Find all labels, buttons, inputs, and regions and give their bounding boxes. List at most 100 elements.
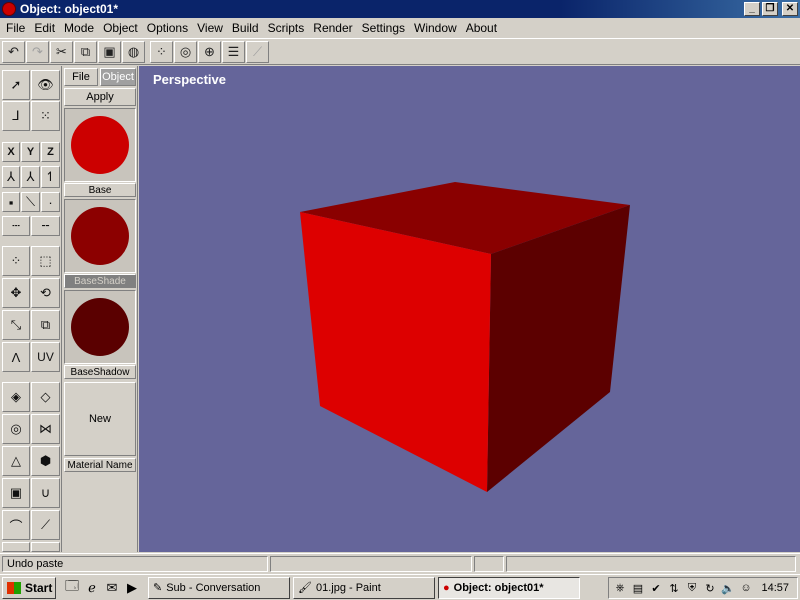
start-button[interactable]: Start (2, 576, 56, 599)
desktop-icon[interactable]: 🗔 (62, 578, 82, 598)
baseshadow-color-swatch[interactable] (71, 298, 129, 356)
menu-edit[interactable]: Edit (30, 21, 59, 35)
mesh-sphere-icon[interactable]: ◈ (2, 382, 30, 412)
tray-network-icon[interactable]: ⎈ (613, 581, 627, 595)
coord-local-icon[interactable]: ⅄ (21, 166, 40, 188)
vertices-icon[interactable]: ⁘ (150, 40, 173, 63)
axis-x-button[interactable]: X (2, 142, 20, 162)
edge-mode-icon[interactable]: ⟍ (21, 192, 40, 212)
window-title: Object: object01* (20, 2, 119, 16)
graph-icon[interactable]: ⟋ (246, 40, 269, 63)
apply-button[interactable]: Apply (64, 88, 136, 106)
uv-button[interactable]: UV (31, 342, 60, 372)
restore-button[interactable]: ❐ (762, 2, 778, 16)
system-tray: ⎈ ▤ ✔ ⇅ ⛨ ↻ 🔈 ☺ 14:57 (608, 577, 798, 599)
tray-security-icon[interactable]: ⛨ (685, 581, 699, 595)
swatch-base[interactable] (64, 108, 136, 182)
task-conversation[interactable]: ✎ Sub - Conversation (148, 576, 290, 599)
axis-z-button[interactable]: Z (41, 142, 60, 162)
extra-tool-icon-2[interactable] (31, 542, 60, 552)
menu-object[interactable]: Object (99, 21, 142, 35)
app-icon[interactable] (2, 2, 16, 16)
orbit-icon[interactable]: ◎ (174, 40, 197, 63)
tray-volume-icon[interactable]: 🔈 (721, 581, 735, 595)
tray-update-icon[interactable]: ⇅ (667, 581, 681, 595)
pivot-icon[interactable]: ⊕ (198, 40, 221, 63)
move-icon[interactable]: ✥ (2, 278, 30, 308)
browser-icon[interactable]: ℯ (82, 578, 102, 598)
magnet-icon[interactable]: ∪ (31, 478, 60, 508)
baseshade-color-swatch[interactable] (71, 207, 129, 265)
sphere-icon[interactable]: ◍ (122, 40, 145, 63)
paste-icon[interactable]: ▣ (98, 40, 121, 63)
mesh-box-icon[interactable]: ▣ (2, 478, 30, 508)
coord-world-icon[interactable]: ⅄ (2, 166, 20, 188)
new-material-button[interactable]: New (64, 382, 136, 456)
menu-options[interactable]: Options (143, 21, 192, 35)
select-arrow-icon[interactable]: ➚ (2, 70, 30, 100)
tray-user-icon[interactable]: ☺ (739, 581, 753, 595)
task-label: Sub - Conversation (166, 581, 261, 594)
task-label: 01.jpg - Paint (315, 581, 381, 594)
redo-icon[interactable]: ↷ (26, 40, 49, 63)
menu-build[interactable]: Build (228, 21, 263, 35)
sculpt-icon[interactable]: ⌒ (2, 510, 30, 540)
toolbar: ↶ ↷ ✂ ⧉ ▣ ◍ ⁘ ◎ ⊕ ☰ ⟋ (0, 38, 800, 65)
undo-icon[interactable]: ↶ (2, 40, 25, 63)
vertex-mode-icon[interactable]: ▪ (2, 192, 20, 212)
minimize-button[interactable]: _ (744, 2, 760, 16)
menu-file[interactable]: File (2, 21, 29, 35)
menu-scripts[interactable]: Scripts (264, 21, 309, 35)
cube-side-face[interactable] (487, 205, 630, 492)
bend-icon[interactable]: Λ (2, 342, 30, 372)
extra-tool-icon-1[interactable] (2, 542, 30, 552)
points-icon[interactable]: ⁙ (31, 101, 60, 131)
menu-about[interactable]: About (462, 21, 501, 35)
taskbar: Start 🗔 ℯ ✉ ▶ ✎ Sub - Conversation 🖌 01.… (0, 574, 800, 600)
box-select-icon[interactable]: ⬚ (31, 246, 60, 276)
status-message: Undo paste (2, 555, 268, 572)
eye-icon[interactable]: 👁 (31, 70, 60, 100)
tray-sync-icon[interactable]: ↻ (703, 581, 717, 595)
base-color-swatch[interactable] (71, 116, 129, 174)
swatch-baseshade[interactable] (64, 199, 136, 273)
scale-icon[interactable]: ⤡ (2, 310, 30, 340)
shear-icon[interactable]: ⧉ (31, 310, 60, 340)
knife-icon[interactable]: ⟋ (31, 510, 60, 540)
menu-render[interactable]: Render (309, 21, 356, 35)
mesh-grid-icon[interactable]: ⋈ (31, 414, 60, 444)
menu-window[interactable]: Window (410, 21, 461, 35)
axes-icon[interactable]: ⅃ (2, 101, 30, 131)
cut-icon[interactable]: ✂ (50, 40, 73, 63)
dashed-line-icon[interactable]: ╌ (31, 216, 60, 236)
viewport-perspective[interactable]: Perspective (139, 66, 800, 552)
lasso-select-icon[interactable]: ⁘ (2, 246, 30, 276)
point-mode-icon[interactable]: · (41, 192, 60, 212)
dotted-line-icon[interactable]: ┄ (2, 216, 30, 236)
rotate-icon[interactable]: ⟲ (31, 278, 60, 308)
mesh-cone-icon[interactable]: △ (2, 446, 30, 476)
mesh-torus-icon[interactable]: ◎ (2, 414, 30, 444)
swatch-baseshadow[interactable] (64, 290, 136, 364)
tray-app-icon[interactable]: ✔ (649, 581, 663, 595)
status-field-3 (474, 555, 504, 572)
close-button[interactable]: ✕ (782, 2, 798, 16)
menu-view[interactable]: View (193, 21, 227, 35)
task-object-editor[interactable]: ● Object: object01* (438, 576, 580, 599)
menu-settings[interactable]: Settings (358, 21, 409, 35)
tab-file[interactable]: File (64, 68, 98, 86)
list-icon[interactable]: ☰ (222, 40, 245, 63)
copy-icon[interactable]: ⧉ (74, 40, 97, 63)
axis-y-button[interactable]: Y (21, 142, 40, 162)
mesh-cube-icon[interactable]: ⬢ (31, 446, 60, 476)
coord-screen-icon[interactable]: ↿ (41, 166, 60, 188)
menu-mode[interactable]: Mode (60, 21, 98, 35)
mail-icon[interactable]: ✉ (102, 578, 122, 598)
tab-object[interactable]: Object (100, 68, 136, 86)
media-icon[interactable]: ▶ (122, 578, 142, 598)
cube-front-face[interactable] (300, 212, 491, 492)
mesh-plane-icon[interactable]: ◇ (31, 382, 60, 412)
task-label: Object: object01* (453, 581, 544, 594)
task-paint[interactable]: 🖌 01.jpg - Paint (293, 576, 435, 599)
tray-monitor-icon[interactable]: ▤ (631, 581, 645, 595)
